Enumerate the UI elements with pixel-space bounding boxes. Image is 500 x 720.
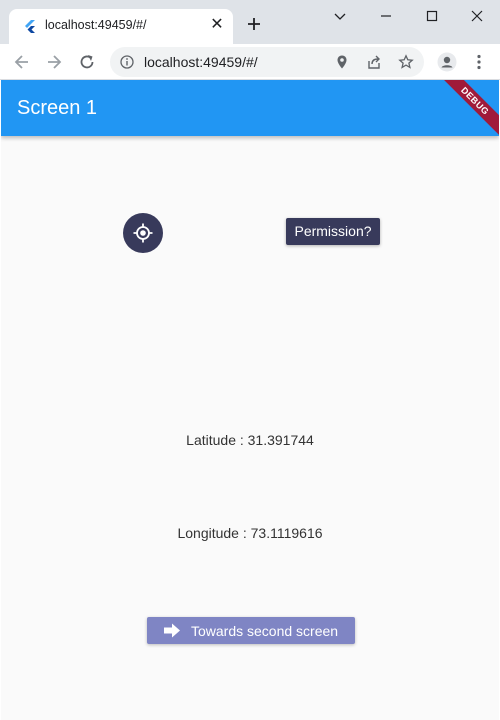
chevron-down-icon[interactable] — [330, 6, 350, 26]
location-pin-icon[interactable] — [334, 54, 350, 70]
url-text[interactable]: localhost:49459/#/ — [144, 54, 258, 70]
towards-second-screen-label: Towards second screen — [191, 623, 339, 639]
browser-tab-strip: localhost:49459/#/ ✕ — [0, 0, 500, 44]
maximize-icon[interactable] — [422, 6, 442, 26]
reload-icon[interactable] — [77, 52, 97, 72]
flutter-favicon — [25, 20, 35, 33]
browser-tab[interactable]: localhost:49459/#/ ✕ — [9, 9, 233, 44]
permission-button[interactable]: Permission? — [286, 218, 380, 245]
locate-button[interactable] — [123, 213, 163, 253]
tab-title: localhost:49459/#/ — [45, 18, 147, 32]
share-icon[interactable] — [366, 54, 382, 70]
arrow-forward-icon — [164, 623, 180, 638]
info-icon[interactable] — [120, 55, 134, 69]
plus-icon[interactable] — [244, 14, 264, 34]
gps-fixed-icon — [133, 223, 153, 243]
minimize-icon[interactable] — [376, 6, 396, 26]
browser-toolbar: localhost:49459/#/ — [0, 44, 500, 80]
more-vert-icon[interactable] — [469, 52, 489, 72]
towards-second-screen-button[interactable]: Towards second screen — [147, 617, 355, 644]
back-arrow-icon[interactable] — [12, 52, 32, 72]
profile-icon[interactable] — [437, 52, 457, 72]
app-viewport: Screen 1 DEBUG Permission? Latitude : 31… — [1, 80, 499, 720]
address-bar[interactable]: localhost:49459/#/ — [110, 47, 424, 77]
page-title: Screen 1 — [17, 97, 98, 119]
app-bar: Screen 1 — [1, 80, 499, 136]
close-icon[interactable]: ✕ — [209, 17, 225, 33]
forward-arrow-icon[interactable] — [44, 52, 64, 72]
close-window-icon[interactable] — [467, 6, 487, 26]
star-icon[interactable] — [398, 54, 414, 70]
latitude-text: Latitude : 31.391744 — [186, 432, 314, 448]
longitude-text: Longitude : 73.1119616 — [177, 525, 323, 541]
